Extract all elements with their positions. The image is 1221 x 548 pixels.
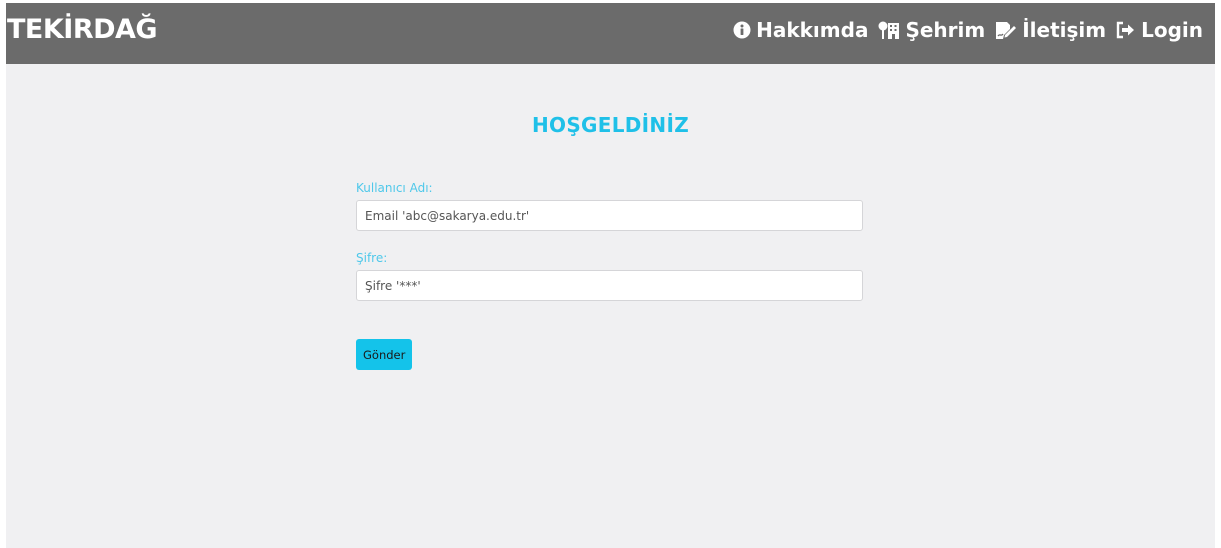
nav-link-iletisim[interactable]: İletişim — [995, 18, 1106, 42]
edit-icon — [995, 20, 1017, 40]
city-icon — [878, 20, 900, 40]
submit-button[interactable]: Gönder — [356, 339, 413, 370]
nav-link-label: Hakkımda — [756, 18, 869, 42]
password-label: Şifre: — [356, 251, 388, 265]
nav-link-label: Şehrim — [905, 18, 986, 42]
nav-link-label: Login — [1141, 18, 1203, 42]
nav-link-login[interactable]: Login — [1116, 18, 1203, 42]
nav-link-hakkimda[interactable]: Hakkımda — [733, 18, 868, 42]
nav-link-sehrim[interactable]: Şehrim — [878, 18, 985, 42]
nav-links: Hakkımda Şehrim İletişim Login — [733, 18, 1203, 42]
password-group: Şifre: — [356, 251, 863, 301]
sign-in-icon — [1116, 21, 1136, 39]
page-frame: TEKİRDAĞ Hakkımda Şehrim İletişim Login … — [6, 3, 1215, 548]
password-input[interactable] — [356, 270, 863, 301]
username-input[interactable] — [356, 200, 863, 231]
nav-link-label: İletişim — [1022, 18, 1107, 42]
page-title: HOŞGELDİNİZ — [532, 113, 689, 137]
brand-logo[interactable]: TEKİRDAĞ — [7, 14, 158, 45]
login-form: Kullanıcı Adı: Şifre: Gönder — [356, 181, 863, 370]
username-label: Kullanıcı Adı: — [356, 181, 433, 195]
info-circle-icon — [733, 21, 751, 39]
navbar: TEKİRDAĞ Hakkımda Şehrim İletişim Login — [6, 3, 1215, 64]
